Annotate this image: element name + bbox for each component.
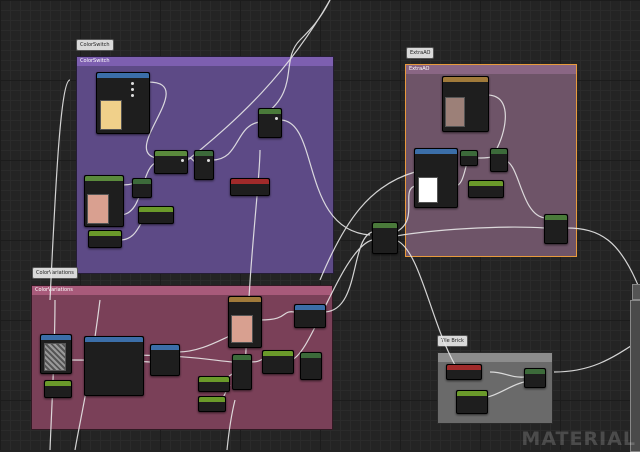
color-preview	[231, 315, 253, 343]
offscreen-node-top[interactable]	[632, 284, 640, 300]
add-node[interactable]	[460, 150, 478, 166]
texture-sample-node[interactable]	[40, 334, 72, 374]
node-header	[45, 381, 71, 386]
coordinate-node[interactable]	[44, 380, 72, 398]
node-header	[229, 297, 261, 302]
node-header	[373, 223, 397, 228]
scalar-param-node[interactable]	[88, 230, 122, 248]
node-header	[457, 391, 487, 396]
color-preview	[87, 194, 109, 224]
pin[interactable]	[275, 117, 278, 120]
multiply-node[interactable]	[194, 150, 214, 180]
node-header	[85, 337, 143, 342]
node-header	[301, 353, 321, 358]
pin[interactable]	[131, 94, 134, 97]
node-header	[263, 351, 293, 356]
add-node[interactable]	[132, 178, 152, 198]
node-header	[259, 109, 281, 114]
pin[interactable]	[207, 159, 210, 162]
vector-param-node[interactable]	[230, 178, 270, 196]
texture-sample-node[interactable]	[96, 72, 150, 134]
node-header	[199, 397, 225, 402]
node-header	[469, 181, 503, 186]
node-header	[155, 151, 187, 156]
lerp-node[interactable]	[294, 304, 326, 328]
node-header	[199, 377, 229, 382]
color-param-node[interactable]	[442, 76, 489, 132]
texture-preview	[44, 343, 66, 371]
node-header	[97, 73, 149, 78]
node-header	[415, 149, 457, 154]
texture-coordinate-node[interactable]	[446, 364, 482, 380]
multiply-node[interactable]	[524, 368, 546, 388]
node-header	[231, 179, 269, 184]
node-header	[233, 355, 251, 360]
scalar-param-node[interactable]	[468, 180, 504, 198]
texture-preview	[418, 177, 438, 203]
pin[interactable]	[131, 82, 134, 85]
texture-sample-node[interactable]	[414, 148, 458, 208]
lerp-node[interactable]	[154, 150, 188, 174]
scalar-param-node[interactable]	[198, 376, 230, 392]
node-header	[443, 77, 488, 82]
scalar-param-node[interactable]	[262, 350, 294, 374]
lerp-node[interactable]	[150, 344, 180, 376]
lerp-node[interactable]	[544, 214, 568, 244]
color-param-node[interactable]	[84, 175, 124, 227]
node-header	[151, 345, 179, 350]
material-watermark: MATERIAL	[521, 428, 636, 450]
color-param-node[interactable]	[228, 296, 262, 348]
node-header	[133, 179, 151, 184]
pin[interactable]	[181, 159, 184, 162]
multiply-node[interactable]	[490, 148, 508, 172]
lerp-node[interactable]	[372, 222, 398, 254]
graph-canvas[interactable]: ColorSwitch ColorSwitch ExtraAO ExtraAO …	[0, 0, 640, 452]
node-header	[545, 215, 567, 220]
scalar-param-node[interactable]	[456, 390, 488, 414]
node-header	[491, 149, 507, 154]
color-preview	[445, 97, 465, 127]
scalar-param-node[interactable]	[138, 206, 174, 224]
material-function-node[interactable]	[84, 336, 144, 396]
pin[interactable]	[131, 88, 134, 91]
multiply-node[interactable]	[300, 352, 322, 380]
node-header	[195, 151, 213, 156]
texture-preview	[100, 100, 122, 130]
node-header	[461, 151, 477, 156]
multiply-node[interactable]	[232, 354, 252, 390]
node-header	[85, 176, 123, 181]
lerp-node[interactable]	[258, 108, 282, 138]
node-header	[525, 369, 545, 374]
node-header	[447, 365, 481, 370]
node-header	[295, 305, 325, 310]
scalar-param-node[interactable]	[198, 396, 226, 412]
node-header	[41, 335, 71, 340]
node-header	[89, 231, 121, 236]
node-header	[139, 207, 173, 212]
